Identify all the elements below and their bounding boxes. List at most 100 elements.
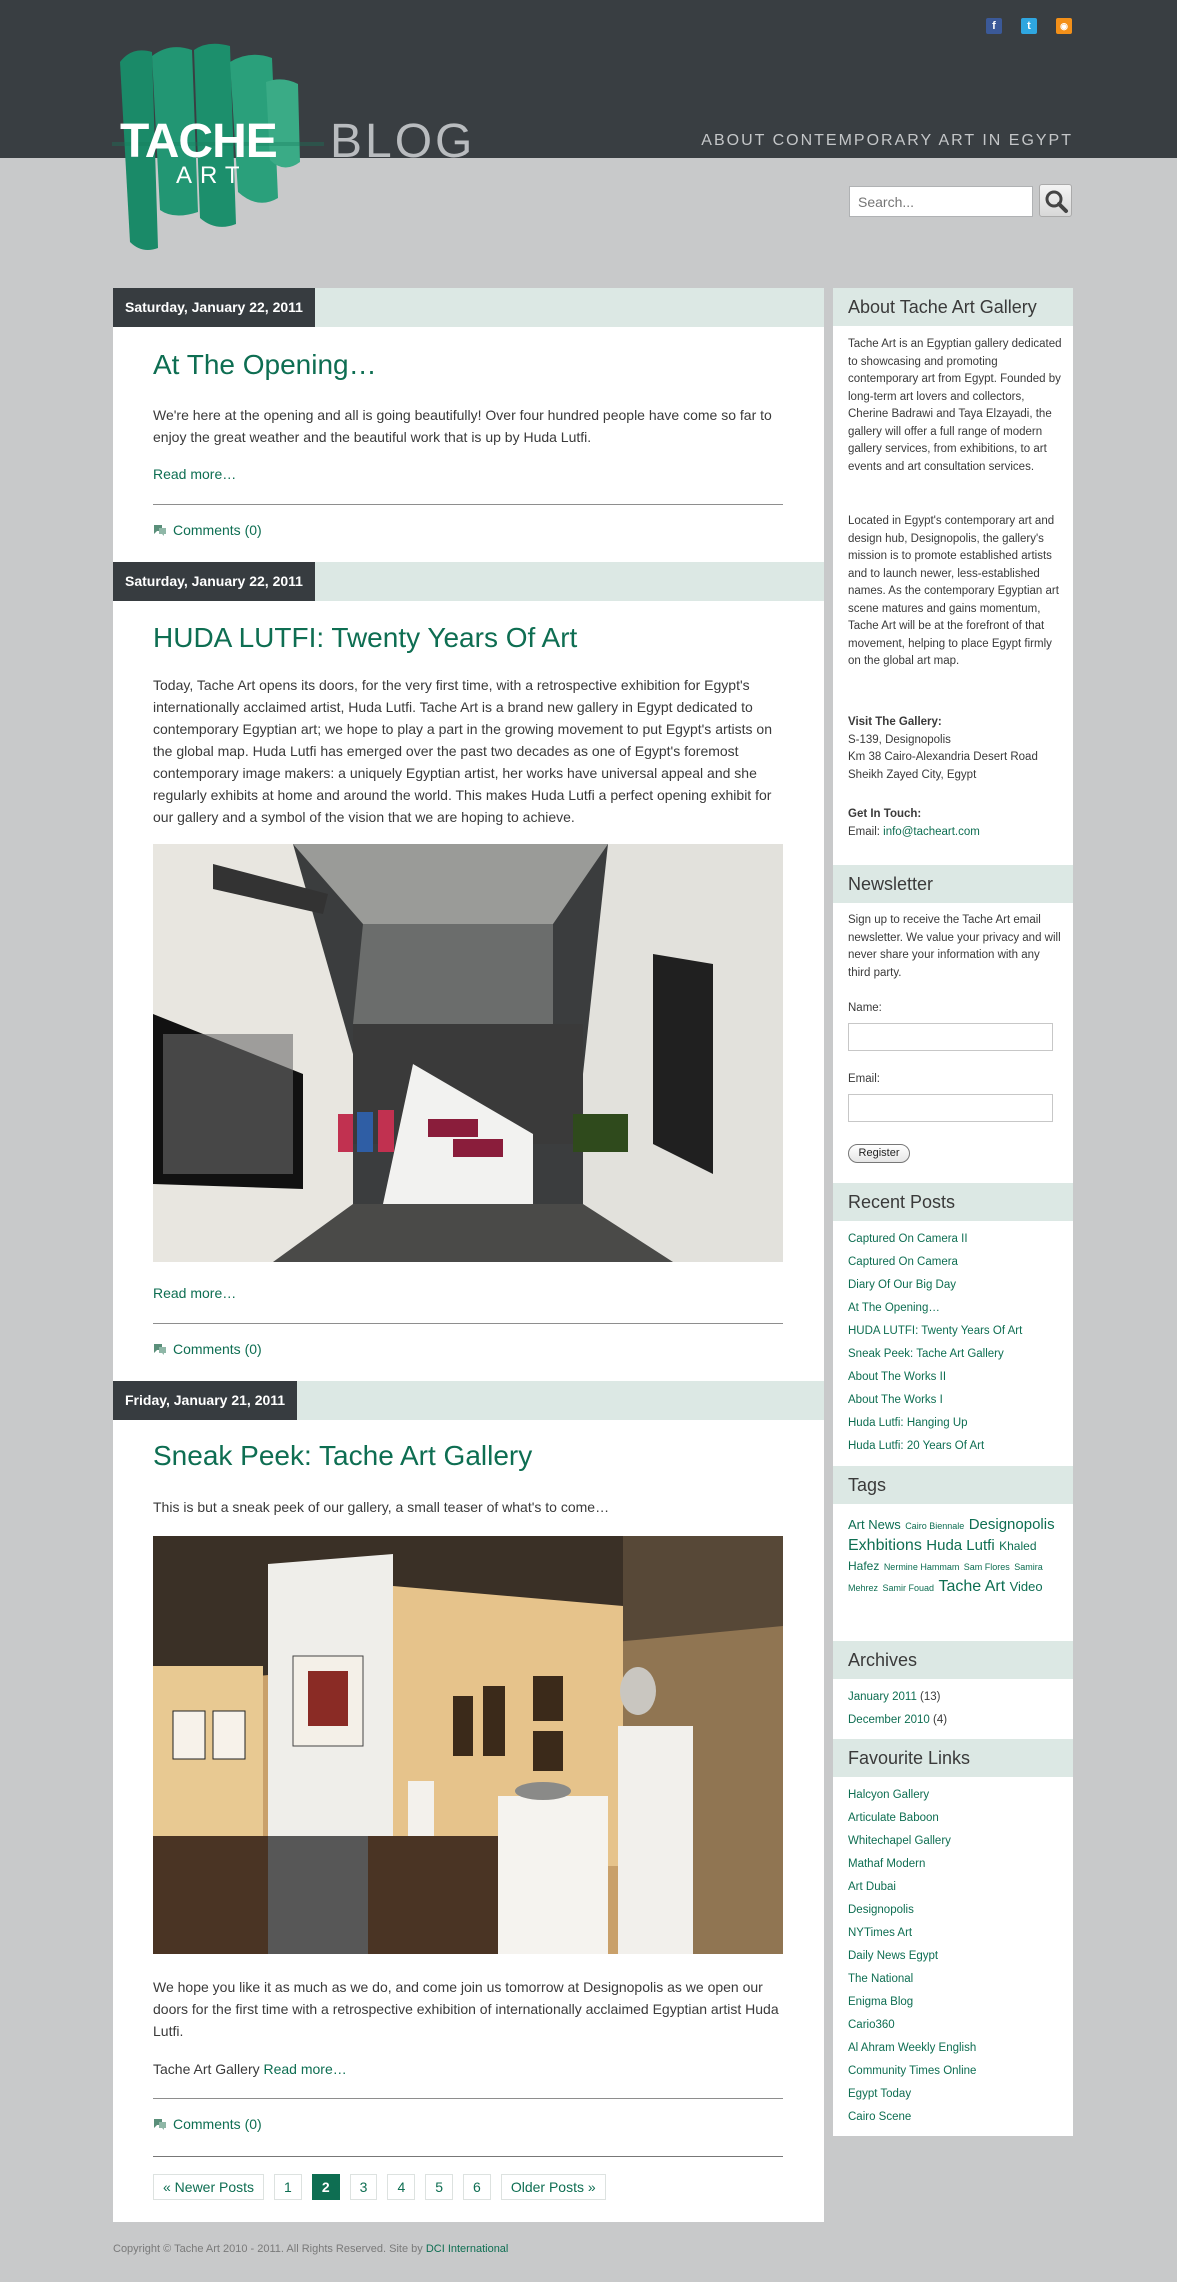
read-more-link[interactable]: Read more… <box>153 1285 236 1301</box>
older-posts-link[interactable]: Older Posts » <box>500 2174 606 2200</box>
tag-link[interactable]: Tache Art <box>938 1578 1005 1595</box>
post-title[interactable]: Sneak Peek: Tache Art Gallery <box>153 1439 532 1473</box>
address-line: S-139, Designopolis <box>848 733 951 746</box>
newer-posts-link[interactable]: « Newer Posts <box>153 2174 265 2200</box>
comments-link[interactable]: Comments (0) <box>153 522 262 538</box>
recent-post-link[interactable]: Sneak Peek: Tache Art Gallery <box>848 1348 1004 1360</box>
comments-label: Comments (0) <box>173 522 262 538</box>
recent-post-link[interactable]: About The Works II <box>848 1371 946 1383</box>
favourite-link[interactable]: Daily News Egypt <box>848 1950 938 1962</box>
name-field[interactable] <box>848 1023 1053 1051</box>
favourite-links-heading: Favourite Links <box>833 1739 1073 1777</box>
favourite-link[interactable]: Al Ahram Weekly English <box>848 2042 976 2054</box>
email-prefix: Email: <box>848 825 880 838</box>
footer-credit-link[interactable]: DCI International <box>426 2243 509 2255</box>
post-intro: This is but a sneak peek of our gallery,… <box>153 1499 610 1515</box>
main-content: Saturday, January 22, 2011 At The Openin… <box>113 288 824 2222</box>
newsletter-heading: Newsletter <box>833 865 1073 903</box>
logo-blog-text: BLOG <box>330 115 476 168</box>
tag-link[interactable]: Cairo Biennale <box>905 1521 964 1531</box>
search-button[interactable] <box>1039 184 1072 217</box>
post-body: We're here at the opening and all is goi… <box>153 407 772 445</box>
recent-posts-list: Captured On Camera II Captured On Camera… <box>848 1228 1063 1458</box>
logo-tache-text[interactable]: TACHE <box>120 118 278 166</box>
tag-link[interactable]: Art News <box>848 1517 901 1532</box>
divider <box>153 504 783 505</box>
footer: Copyright © Tache Art 2010 - 2011. All R… <box>113 2243 508 2255</box>
page-link[interactable]: 1 <box>274 2174 302 2200</box>
read-more-link[interactable]: Read more… <box>153 466 236 482</box>
sidebar: About Tache Art Gallery Tache Art is an … <box>833 288 1073 2136</box>
tag-link[interactable]: Huda Lutfi <box>926 1537 994 1554</box>
recent-post-link[interactable]: Diary Of Our Big Day <box>848 1279 956 1291</box>
post-title[interactable]: HUDA LUTFI: Twenty Years Of Art <box>153 621 577 655</box>
twitter-icon[interactable]: t <box>1021 18 1037 34</box>
archive-link[interactable]: December 2010 <box>848 1714 930 1726</box>
post-date-bar: Saturday, January 22, 2011 <box>113 562 824 601</box>
post-title[interactable]: At The Opening… <box>153 348 377 382</box>
register-button[interactable]: Register <box>848 1144 910 1163</box>
comments-link[interactable]: Comments (0) <box>153 1341 262 1357</box>
favourite-link[interactable]: Egypt Today <box>848 2088 911 2100</box>
recent-post-link[interactable]: Captured On Camera <box>848 1256 958 1268</box>
favourite-link[interactable]: Halcyon Gallery <box>848 1789 929 1801</box>
archive-link[interactable]: January 2011 <box>848 1691 917 1703</box>
about-heading: About Tache Art Gallery <box>833 288 1073 326</box>
favourite-link[interactable]: Whitechapel Gallery <box>848 1835 951 1847</box>
favourite-link[interactable]: Mathaf Modern <box>848 1858 925 1870</box>
comments-link[interactable]: Comments (0) <box>153 2116 262 2132</box>
visit-label: Visit The Gallery: <box>848 716 942 728</box>
favourite-link[interactable]: Enigma Blog <box>848 1996 913 2008</box>
divider <box>153 2098 783 2099</box>
favourite-link[interactable]: Community Times Online <box>848 2065 976 2077</box>
pagination: « Newer Posts 1 2 3 4 5 6 Older Posts » <box>153 2174 606 2200</box>
comments-label: Comments (0) <box>173 1341 262 1357</box>
about-text: Tache Art is an Egyptian gallery dedicat… <box>848 338 1062 473</box>
page-link[interactable]: 4 <box>387 2174 416 2200</box>
gallery-sneak-peek-photo <box>153 1536 783 1954</box>
newsletter-text: Sign up to receive the Tache Art email n… <box>848 914 1061 979</box>
recent-post-link[interactable]: Huda Lutfi: 20 Years Of Art <box>848 1440 984 1452</box>
favourite-links-list: Halcyon Gallery Articulate Baboon Whitec… <box>848 1784 1063 2129</box>
page-link[interactable]: 6 <box>463 2174 491 2200</box>
archive-count: (13) <box>920 1691 941 1703</box>
email-field[interactable] <box>848 1094 1053 1122</box>
comment-icon <box>154 2119 166 2130</box>
visit-info: Visit The Gallery: S-139, Designopolis K… <box>848 714 1063 784</box>
tag-link[interactable]: Nermine Hammam <box>884 1562 960 1572</box>
favourite-link[interactable]: Designopolis <box>848 1904 914 1916</box>
search-input[interactable] <box>849 186 1033 217</box>
page-current: 2 <box>311 2174 340 2200</box>
tag-link[interactable]: Video <box>1010 1579 1043 1594</box>
post-date: Friday, January 21, 2011 <box>113 1381 298 1420</box>
read-more-link[interactable]: Read more… <box>264 2061 347 2077</box>
facebook-icon[interactable]: f <box>986 18 1002 34</box>
page-link[interactable]: 5 <box>425 2174 454 2200</box>
address-line: Km 38 Cairo-Alexandria Desert Road <box>848 751 1038 763</box>
favourite-link[interactable]: The National <box>848 1973 913 1985</box>
favourite-link[interactable]: NYTimes Art <box>848 1927 912 1939</box>
contact-info: Get In Touch: Email: info@tacheart.com <box>848 806 1063 841</box>
favourite-link[interactable]: Art Dubai <box>848 1881 896 1893</box>
recent-post-link[interactable]: Huda Lutfi: Hanging Up <box>848 1417 968 1429</box>
favourite-link[interactable]: Articulate Baboon <box>848 1812 939 1824</box>
tag-link[interactable]: Designopolis <box>969 1516 1055 1533</box>
favourite-link[interactable]: Cairo Scene <box>848 2111 911 2123</box>
tag-link[interactable]: Samir Fouad <box>882 1583 934 1593</box>
rss-icon[interactable]: ◉ <box>1056 18 1072 34</box>
footer-copyright: Copyright © Tache Art 2010 - 2011. All R… <box>113 2243 423 2255</box>
search-icon <box>1045 190 1068 213</box>
tag-link[interactable]: Sam Flores <box>964 1562 1010 1572</box>
recent-post-link[interactable]: At The Opening… <box>848 1302 940 1314</box>
post-date: Saturday, January 22, 2011 <box>113 288 315 327</box>
page-link[interactable]: 3 <box>349 2174 378 2200</box>
recent-post-link[interactable]: HUDA LUTFI: Twenty Years Of Art <box>848 1325 1022 1337</box>
recent-post-link[interactable]: About The Works I <box>848 1394 943 1406</box>
tag-link[interactable]: Exhbitions <box>848 1537 922 1554</box>
email-link[interactable]: info@tacheart.com <box>883 826 980 838</box>
favourite-link[interactable]: Cario360 <box>848 2019 895 2031</box>
site-tagline: ABOUT CONTEMPORARY ART IN EGYPT <box>701 132 1073 149</box>
tag-cloud: Art News Cairo Biennale Designopolis Exh… <box>848 1515 1063 1598</box>
recent-posts-heading: Recent Posts <box>833 1183 1073 1221</box>
recent-post-link[interactable]: Captured On Camera II <box>848 1233 968 1245</box>
